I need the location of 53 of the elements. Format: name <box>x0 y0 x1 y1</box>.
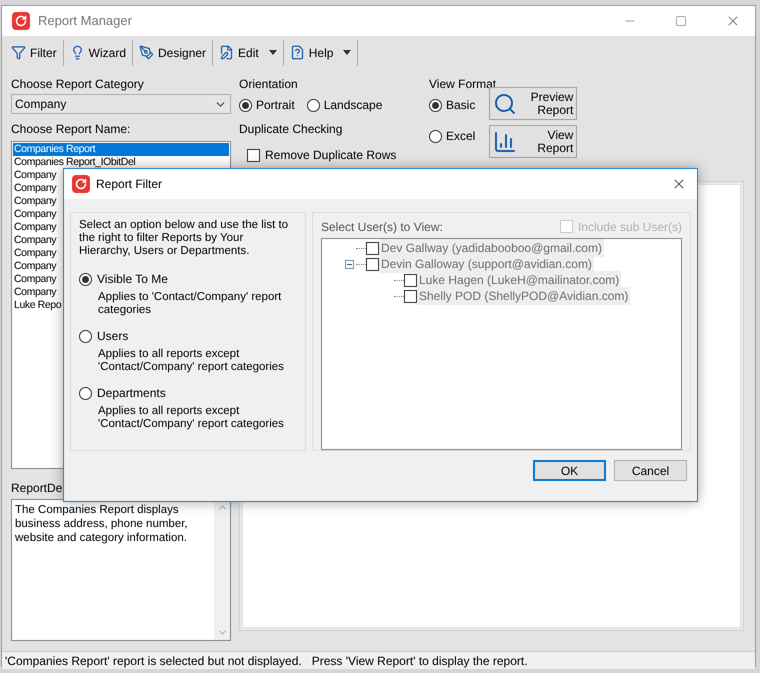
chart-icon <box>493 130 518 154</box>
radio-label[interactable]: Visible To Me <box>97 270 168 288</box>
group-title: Orientation <box>239 76 299 91</box>
radio-label[interactable]: Portrait <box>256 96 295 114</box>
dropdown-arrow-icon <box>268 50 277 55</box>
maximize-icon[interactable] <box>675 15 687 27</box>
app-logo <box>12 12 30 30</box>
magnifier-icon <box>493 92 518 116</box>
toolbar-button[interactable]: Designer <box>133 42 212 64</box>
dialog-title: Report Filter <box>96 176 162 193</box>
status-text: 'Companies Report' report is selected but not displayed. Press 'View Report' to display the report. <box>5 652 528 670</box>
radio-button[interactable] <box>79 330 92 342</box>
option-description: Applies to all reports except 'Contact/Company' report categories <box>98 405 285 431</box>
radio-button[interactable] <box>79 272 92 286</box>
funnel-icon <box>11 45 26 60</box>
radio-button[interactable] <box>429 130 442 142</box>
pen-icon <box>139 45 154 60</box>
users-label: Select User(s) to View: <box>321 218 443 236</box>
report-button[interactable]: View Report <box>489 125 578 158</box>
toolbar-button[interactable]: Wizard <box>64 42 132 64</box>
group-title: Duplicate Checking <box>239 121 344 136</box>
radio-button[interactable] <box>306 98 320 112</box>
dialog-logo <box>72 175 90 193</box>
checkbox-label[interactable]: Remove Duplicate Rows <box>265 146 396 164</box>
report-button[interactable]: Preview Report <box>489 87 578 120</box>
radio-label[interactable]: Basic <box>446 96 476 114</box>
category-label: Choose Report Category <box>11 76 145 91</box>
radio-label[interactable]: Departments <box>97 384 166 402</box>
option-description: Applies to 'Contact/Company' report categories <box>98 291 282 317</box>
list-item[interactable]: Companies Report <box>13 143 229 156</box>
radio-button[interactable] <box>79 386 92 400</box>
toolbar-button[interactable]: Edit <box>213 42 283 64</box>
report-name-label: Choose Report Name: <box>11 121 132 136</box>
document-pen-icon <box>219 45 234 60</box>
checkbox[interactable] <box>247 148 260 162</box>
radio-button[interactable] <box>429 98 442 112</box>
toolbar-button[interactable]: Filter <box>5 42 63 64</box>
radio-label[interactable]: Landscape <box>324 96 382 114</box>
option-description: Applies to all reports except 'Contact/Company' report categories <box>98 348 285 374</box>
window-title: Report Manager <box>38 12 132 30</box>
dialog-button[interactable]: OK <box>533 460 606 481</box>
category-dropdown[interactable]: Company <box>11 94 231 114</box>
list-item[interactable]: Companies Report_IObitDel <box>13 156 229 169</box>
dropdown-arrow-icon <box>343 50 352 55</box>
description-text: The Companies Report displays business address, phone number, website and category information. <box>15 504 188 544</box>
dialog-button[interactable]: Cancel <box>614 460 687 481</box>
intro-text: Select an option below and use the list to the right to filter Reports by Your Hierarchy, Users or Departments. <box>79 219 290 258</box>
radio-label[interactable]: Users <box>97 327 128 345</box>
description-label: ReportDe <box>11 480 64 495</box>
help-icon <box>290 45 305 60</box>
radio-label[interactable]: Excel <box>446 127 476 145</box>
radio-button[interactable] <box>239 98 252 112</box>
toolbar-button[interactable]: Help <box>284 42 358 64</box>
